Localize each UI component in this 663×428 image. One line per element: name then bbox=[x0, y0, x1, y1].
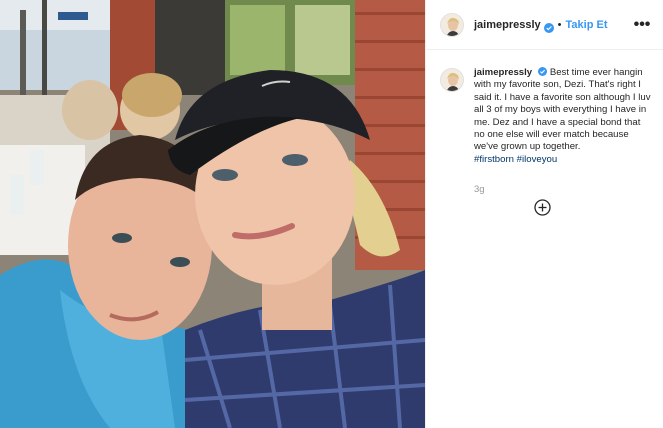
avatar[interactable] bbox=[440, 12, 464, 37]
post-photo[interactable] bbox=[0, 0, 425, 428]
post-time[interactable]: 3g bbox=[474, 184, 651, 196]
verified-badge-icon bbox=[543, 20, 554, 33]
verified-badge-icon bbox=[537, 67, 547, 76]
avatar-image-icon bbox=[441, 69, 463, 91]
caption-text: jaimepressly Best time ever hangin with … bbox=[474, 67, 651, 197]
selfie-image bbox=[0, 0, 425, 428]
post-side-panel: jaimepressly • Takip Et ••• jaimepressly… bbox=[425, 0, 663, 428]
hashtag-firstborn[interactable]: #firstborn bbox=[474, 154, 514, 165]
follow-button[interactable]: Takip Et bbox=[566, 19, 608, 31]
post-header: jaimepressly • Takip Et ••• bbox=[426, 0, 663, 50]
caption: jaimepressly Best time ever hangin with … bbox=[426, 50, 663, 197]
caption-avatar[interactable] bbox=[440, 68, 464, 92]
separator-dot: • bbox=[557, 18, 562, 31]
plus-circle-icon[interactable] bbox=[534, 199, 551, 216]
header-username[interactable]: jaimepressly bbox=[474, 19, 541, 31]
avatar-image-icon bbox=[441, 13, 463, 36]
caption-body: Best time ever hangin with my favorite s… bbox=[474, 67, 651, 153]
more-options-icon[interactable]: ••• bbox=[633, 16, 651, 33]
hashtag-iloveyou[interactable]: #iloveyou bbox=[517, 154, 558, 165]
caption-username[interactable]: jaimepressly bbox=[474, 67, 532, 78]
